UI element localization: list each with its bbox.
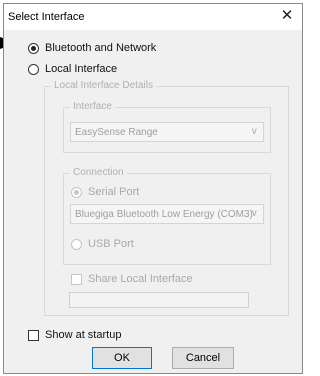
group-label: Interface: [70, 101, 115, 112]
interface-dropdown-value: EasySense Range: [75, 127, 158, 138]
radio-bluetooth-network[interactable]: Bluetooth and Network: [28, 42, 156, 54]
dialog-title: Select Interface: [8, 11, 85, 23]
radio-button-checked[interactable]: [28, 42, 39, 54]
radio-button-checked[interactable]: [71, 186, 82, 198]
checkbox[interactable]: [28, 329, 39, 341]
checkbox-label: Show at startup: [45, 329, 122, 341]
chevron-down-icon: ∨: [250, 208, 258, 219]
select-interface-dialog: Select Interface ✕ Bluetooth and Network…: [3, 3, 303, 374]
radio-button[interactable]: [28, 63, 39, 75]
local-interface-details-group: Local Interface Details Interface EasySe…: [44, 80, 289, 316]
radio-label: USB Port: [88, 238, 134, 250]
radio-button[interactable]: [71, 238, 82, 250]
connection-group: Connection Serial Port Bluegiga Bluetoot…: [63, 167, 271, 265]
radio-label: Bluetooth and Network: [45, 42, 157, 54]
share-local-interface-checkbox[interactable]: Share Local Interface: [71, 273, 193, 285]
ok-button[interactable]: OK: [92, 347, 152, 369]
radio-label: Serial Port: [88, 186, 140, 198]
checkbox[interactable]: [71, 273, 82, 285]
radio-usb-port[interactable]: USB Port: [71, 238, 134, 250]
cancel-button[interactable]: Cancel: [172, 347, 234, 369]
group-label: Connection: [70, 167, 127, 178]
group-label: Local Interface Details: [51, 80, 156, 91]
radio-local-interface[interactable]: Local Interface: [28, 63, 117, 75]
radio-serial-port[interactable]: Serial Port: [71, 186, 139, 198]
serial-port-dropdown-value: Bluegiga Bluetooth Low Energy (COM3): [75, 209, 253, 220]
share-name-input[interactable]: [69, 292, 249, 308]
chevron-down-icon: ∨: [250, 126, 258, 137]
interface-group: Interface EasySense Range ∨: [63, 101, 271, 153]
checkbox-label: Share Local Interface: [88, 273, 193, 285]
show-at-startup-checkbox[interactable]: Show at startup: [28, 329, 121, 341]
serial-port-dropdown[interactable]: Bluegiga Bluetooth Low Energy (COM3) ∨: [70, 204, 264, 224]
title-bar: Select Interface ✕: [4, 4, 302, 30]
close-icon[interactable]: ✕: [278, 7, 296, 25]
radio-label: Local Interface: [45, 63, 118, 75]
interface-dropdown[interactable]: EasySense Range ∨: [70, 122, 264, 142]
